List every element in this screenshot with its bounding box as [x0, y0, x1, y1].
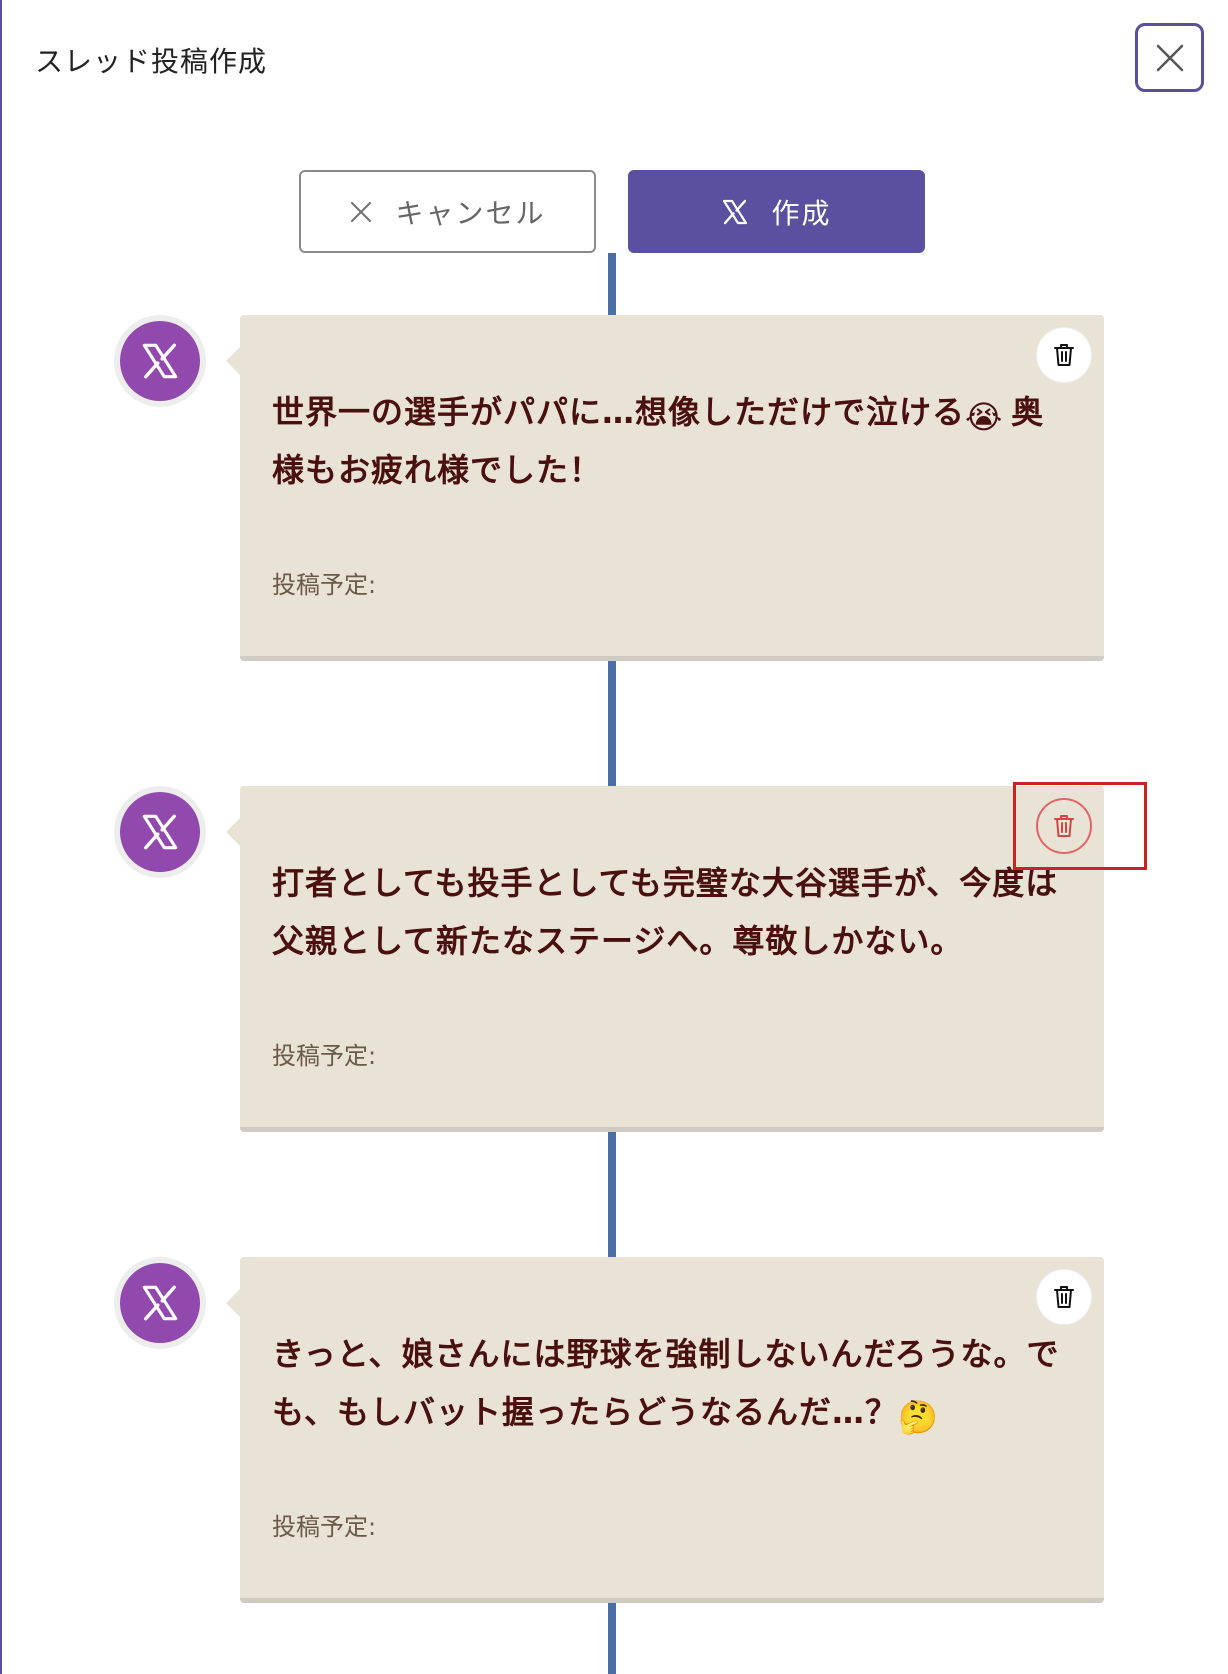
- schedule-label: 投稿予定:: [272, 1513, 377, 1541]
- x-logo-icon: [142, 1285, 178, 1321]
- crying-face-emoji: 😭: [965, 398, 1004, 436]
- schedule-label: 投稿予定:: [272, 571, 377, 599]
- cancel-button[interactable]: キャンセル: [299, 170, 596, 253]
- post-text: きっと、娘さんには野球を強制しないんだろうな。でも、もしバット握ったらどうなるん…: [272, 1335, 1060, 1436]
- delete-button[interactable]: [1036, 1269, 1092, 1325]
- highlight-annotation: [1013, 782, 1147, 870]
- close-icon: [1156, 44, 1183, 71]
- trash-icon: [1054, 344, 1074, 366]
- post-text: 打者としても投手としても完璧な大谷選手が、今度は父親として新たなステージへ。尊敬…: [272, 864, 1059, 960]
- post-card[interactable]: 打者としても投手としても完璧な大谷選手が、今度は父親として新たなステージへ。尊敬…: [226, 786, 1104, 1132]
- cancel-label: キャンセル: [395, 196, 546, 230]
- x-logo-icon: [723, 199, 748, 224]
- delete-button[interactable]: [1036, 327, 1092, 383]
- x-logo-icon: [142, 814, 178, 850]
- avatar: [114, 315, 206, 407]
- close-button[interactable]: [1135, 23, 1204, 92]
- schedule-label: 投稿予定:: [272, 1042, 377, 1070]
- post-text: 世界一の選手がパパに…想像しただけで泣ける😭 奥様もお疲れ様でした！: [272, 383, 1072, 499]
- close-icon: [351, 201, 372, 222]
- thread-post-dialog: スレッド投稿作成 キャンセル 作成 世界一の選手がパパに…想像しただけで泣ける😭…: [0, 0, 1228, 1674]
- create-label: 作成: [771, 196, 832, 230]
- page-title: スレッド投稿作成: [35, 45, 268, 78]
- post-card[interactable]: きっと、娘さんには野球を強制しないんだろうな。でも、もしバット握ったらどうなるん…: [226, 1257, 1104, 1603]
- trash-icon: [1054, 1286, 1074, 1308]
- thinking-face-emoji: 🤔: [898, 1398, 939, 1436]
- action-bar: キャンセル 作成: [299, 170, 925, 253]
- create-button[interactable]: 作成: [628, 170, 925, 253]
- avatar: [114, 786, 206, 878]
- avatar: [114, 1257, 206, 1349]
- x-logo-icon: [142, 343, 178, 379]
- post-card[interactable]: 世界一の選手がパパに…想像しただけで泣ける😭 奥様もお疲れ様でした！ 投稿予定:: [226, 315, 1104, 661]
